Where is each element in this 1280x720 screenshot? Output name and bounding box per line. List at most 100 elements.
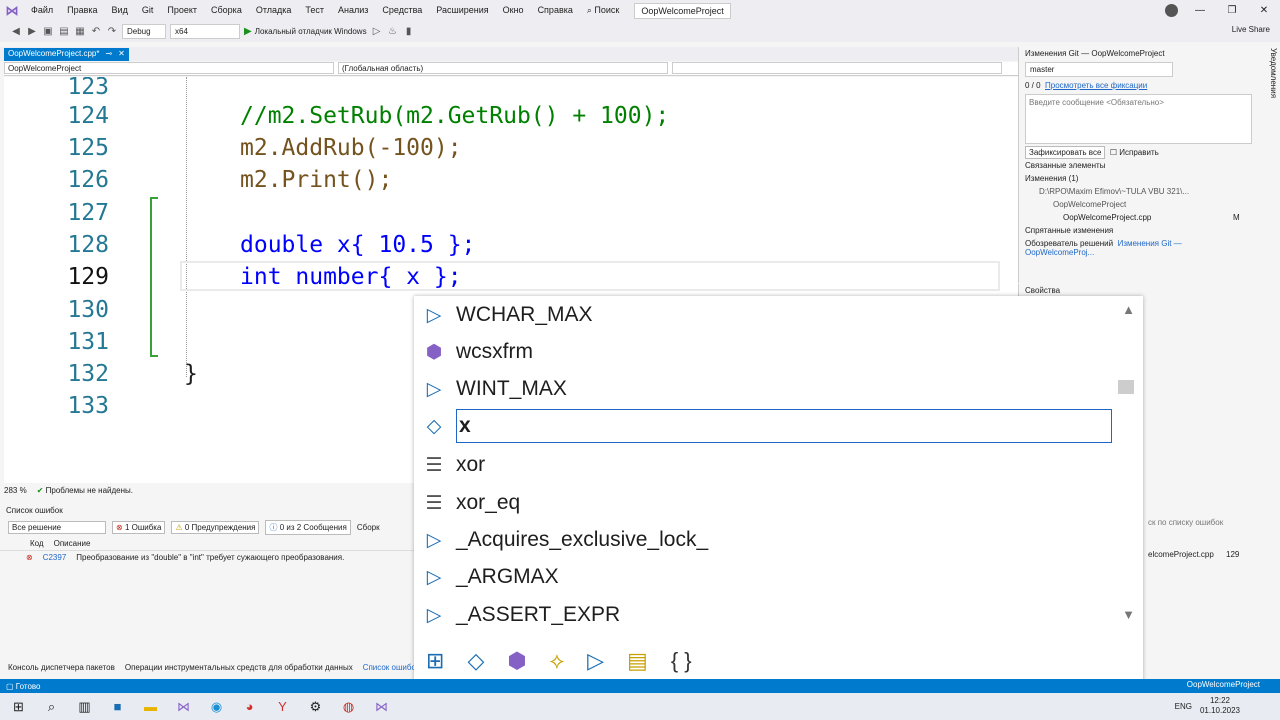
completion-item[interactable]: ▷ WINT_MAX <box>414 370 1114 408</box>
changed-file[interactable]: OopWelcomeProject.cpp M <box>1019 211 1258 224</box>
close-tab-icon[interactable]: ✕ <box>118 49 125 60</box>
git-changes-panel: Изменения Git — OopWelcomeProject master… <box>1018 47 1258 283</box>
editor-tab[interactable]: OopWelcomeProject.cpp* ⊸ ✕ <box>4 48 129 61</box>
menu-test[interactable]: Тест <box>298 0 331 21</box>
status-ready: Готово <box>15 681 41 691</box>
scrollbar-thumb[interactable] <box>1118 380 1134 394</box>
amend-checkbox[interactable]: ☐ <box>1110 148 1119 157</box>
scope-filter[interactable]: Все решение <box>8 521 106 534</box>
visual-studio-icon[interactable]: ⋈ <box>175 698 192 715</box>
changes-node[interactable]: Изменения (1) <box>1019 172 1258 185</box>
completion-item[interactable]: ▷ _Acquires_exclusive_lock_ <box>414 521 1114 559</box>
messages-filter[interactable]: ⓘ 0 из 2 Сообщения <box>265 520 351 535</box>
scope-select[interactable]: (Глобальная область) <box>338 62 668 74</box>
menu-tools[interactable]: Средства <box>375 0 429 21</box>
start-icon[interactable]: ⊞ <box>10 698 27 715</box>
search-icon[interactable]: ⌕ <box>43 698 60 715</box>
branch-select[interactable]: master <box>1019 60 1258 79</box>
error-search-input[interactable]: ск по списку ошибок <box>1148 518 1223 527</box>
bookmark-icon[interactable]: ▮ <box>403 26 415 38</box>
variable-filter-icon[interactable]: ◇ <box>467 648 484 674</box>
menu-help[interactable]: Справка <box>531 0 580 21</box>
project-folder[interactable]: OopWelcomeProject <box>1019 198 1258 211</box>
restore-button[interactable]: ❐ <box>1216 0 1248 21</box>
repo-path[interactable]: D:\RPO\Maxim Efimov\~TULA VBU 321\... <box>1019 185 1258 198</box>
menu-view[interactable]: Вид <box>105 0 135 21</box>
completion-item-selected[interactable]: ◇ x <box>414 407 1114 445</box>
completion-item[interactable]: ▷ WCHAR_MAX <box>414 296 1114 334</box>
chrome-icon[interactable]: ◕ <box>241 698 258 715</box>
scroll-up-icon[interactable]: ▲ <box>1122 302 1135 317</box>
commit-message-input[interactable]: Введите сообщение <Обязательно> <box>1025 94 1252 144</box>
scroll-down-icon[interactable]: ▼ <box>1122 607 1135 622</box>
column-description[interactable]: Описание <box>54 539 91 548</box>
stashed-node[interactable]: Спрятанные изменения <box>1019 224 1258 237</box>
menu-build[interactable]: Сборка <box>204 0 249 21</box>
run-without-debug-icon[interactable]: ▷ <box>371 26 383 38</box>
search-menu[interactable]: ⌕ Поиск <box>580 5 627 16</box>
store-icon[interactable]: ■ <box>109 698 126 715</box>
menu-window[interactable]: Окно <box>496 0 531 21</box>
menu-debug[interactable]: Отладка <box>249 0 299 21</box>
redo-icon[interactable]: ↷ <box>106 26 118 38</box>
menu-edit[interactable]: Правка <box>60 0 104 21</box>
expand-filter-icon[interactable]: ⊞ <box>426 648 444 674</box>
linked-items[interactable]: Связанные элементы <box>1019 159 1258 172</box>
platform-select[interactable]: x64 <box>170 24 240 39</box>
zoom-level[interactable]: 283 % <box>4 486 27 495</box>
start-debugging-button[interactable]: ▶ Локальный отладчик Windows <box>244 26 367 37</box>
menu-project[interactable]: Проект <box>160 0 204 21</box>
forward-icon[interactable]: ▶ <box>26 26 38 38</box>
yandex-icon[interactable]: Y <box>274 698 291 715</box>
commit-all-button[interactable]: Зафиксировать все <box>1025 146 1106 159</box>
completion-item[interactable]: ▷ _ARGMAX <box>414 558 1114 596</box>
member-select[interactable] <box>672 62 1002 74</box>
live-share-button[interactable]: Live Share <box>1232 25 1270 34</box>
back-icon[interactable]: ◀ <box>10 26 22 38</box>
open-icon[interactable]: ▤ <box>58 26 70 38</box>
new-item-icon[interactable]: ▣ <box>42 26 54 38</box>
language-indicator[interactable]: ENG <box>1175 702 1192 711</box>
undo-icon[interactable]: ↶ <box>90 26 102 38</box>
task-view-icon[interactable]: ▥ <box>76 698 93 715</box>
build-filter[interactable]: Сборк <box>357 523 380 532</box>
errors-filter[interactable]: ⊗ 1 Ошибка <box>112 521 166 534</box>
tab-data-tools-operations[interactable]: Операции инструментальных средств для об… <box>125 663 353 672</box>
column-code[interactable]: Код <box>30 539 44 548</box>
type-filter-icon[interactable]: ▤ <box>627 648 648 674</box>
explorer-icon[interactable]: ▬ <box>142 698 159 715</box>
configuration-select[interactable]: Debug <box>122 24 166 39</box>
notifications-tab[interactable]: Уведомления <box>1262 48 1278 128</box>
menu-extensions[interactable]: Расширения <box>429 0 495 21</box>
close-button[interactable]: ✕ <box>1248 0 1280 21</box>
view-all-commits-link[interactable]: Просмотреть все фиксации <box>1045 81 1147 90</box>
menu-git[interactable]: Git <box>135 0 161 21</box>
namespace-filter-icon[interactable]: { } <box>671 648 692 674</box>
macro-filter-icon[interactable]: ▷ <box>587 648 604 674</box>
project-select[interactable]: OopWelcomeProject <box>4 62 334 74</box>
warnings-filter[interactable]: ⚠ 0 Предупреждения <box>171 521 260 534</box>
status-project[interactable]: OopWelcomeProject <box>1187 680 1260 689</box>
menu-file[interactable]: Файл <box>24 0 60 21</box>
settings-icon[interactable]: ⚙ <box>307 698 324 715</box>
completion-item[interactable]: ▷ _ASSERT_EXPR <box>414 596 1114 634</box>
minimize-button[interactable]: — <box>1184 0 1216 21</box>
error-row[interactable]: ⊗ C2397 Преобразование из "double" в "in… <box>0 551 420 564</box>
edge-icon[interactable]: ◉ <box>208 698 225 715</box>
tab-package-manager-console[interactable]: Консоль диспетчера пакетов <box>8 663 115 672</box>
visual-studio-active-icon[interactable]: ⋈ <box>373 698 390 715</box>
pin-icon[interactable]: ⊸ <box>105 49 112 60</box>
completion-item[interactable]: ☰ xor <box>414 446 1114 484</box>
tab-solution-explorer[interactable]: Обозреватель решений <box>1025 239 1113 248</box>
tab-error-list[interactable]: Список ошибок <box>363 663 420 672</box>
app-icon[interactable]: ◍ <box>340 698 357 715</box>
function-filter-icon[interactable]: ⬢ <box>507 648 526 674</box>
clock[interactable]: 12:22 01.10.2023 <box>1200 696 1240 716</box>
save-icon[interactable]: ▦ <box>74 26 86 38</box>
menu-analyze[interactable]: Анализ <box>331 0 375 21</box>
completion-item[interactable]: ⬢ wcsxfrm <box>414 333 1114 371</box>
hot-reload-icon[interactable]: ♨ <box>387 26 399 38</box>
avatar[interactable] <box>1165 4 1178 17</box>
completion-item[interactable]: ☰ xor_eq <box>414 484 1114 522</box>
member-filter-icon[interactable]: ⟡ <box>550 648 565 674</box>
